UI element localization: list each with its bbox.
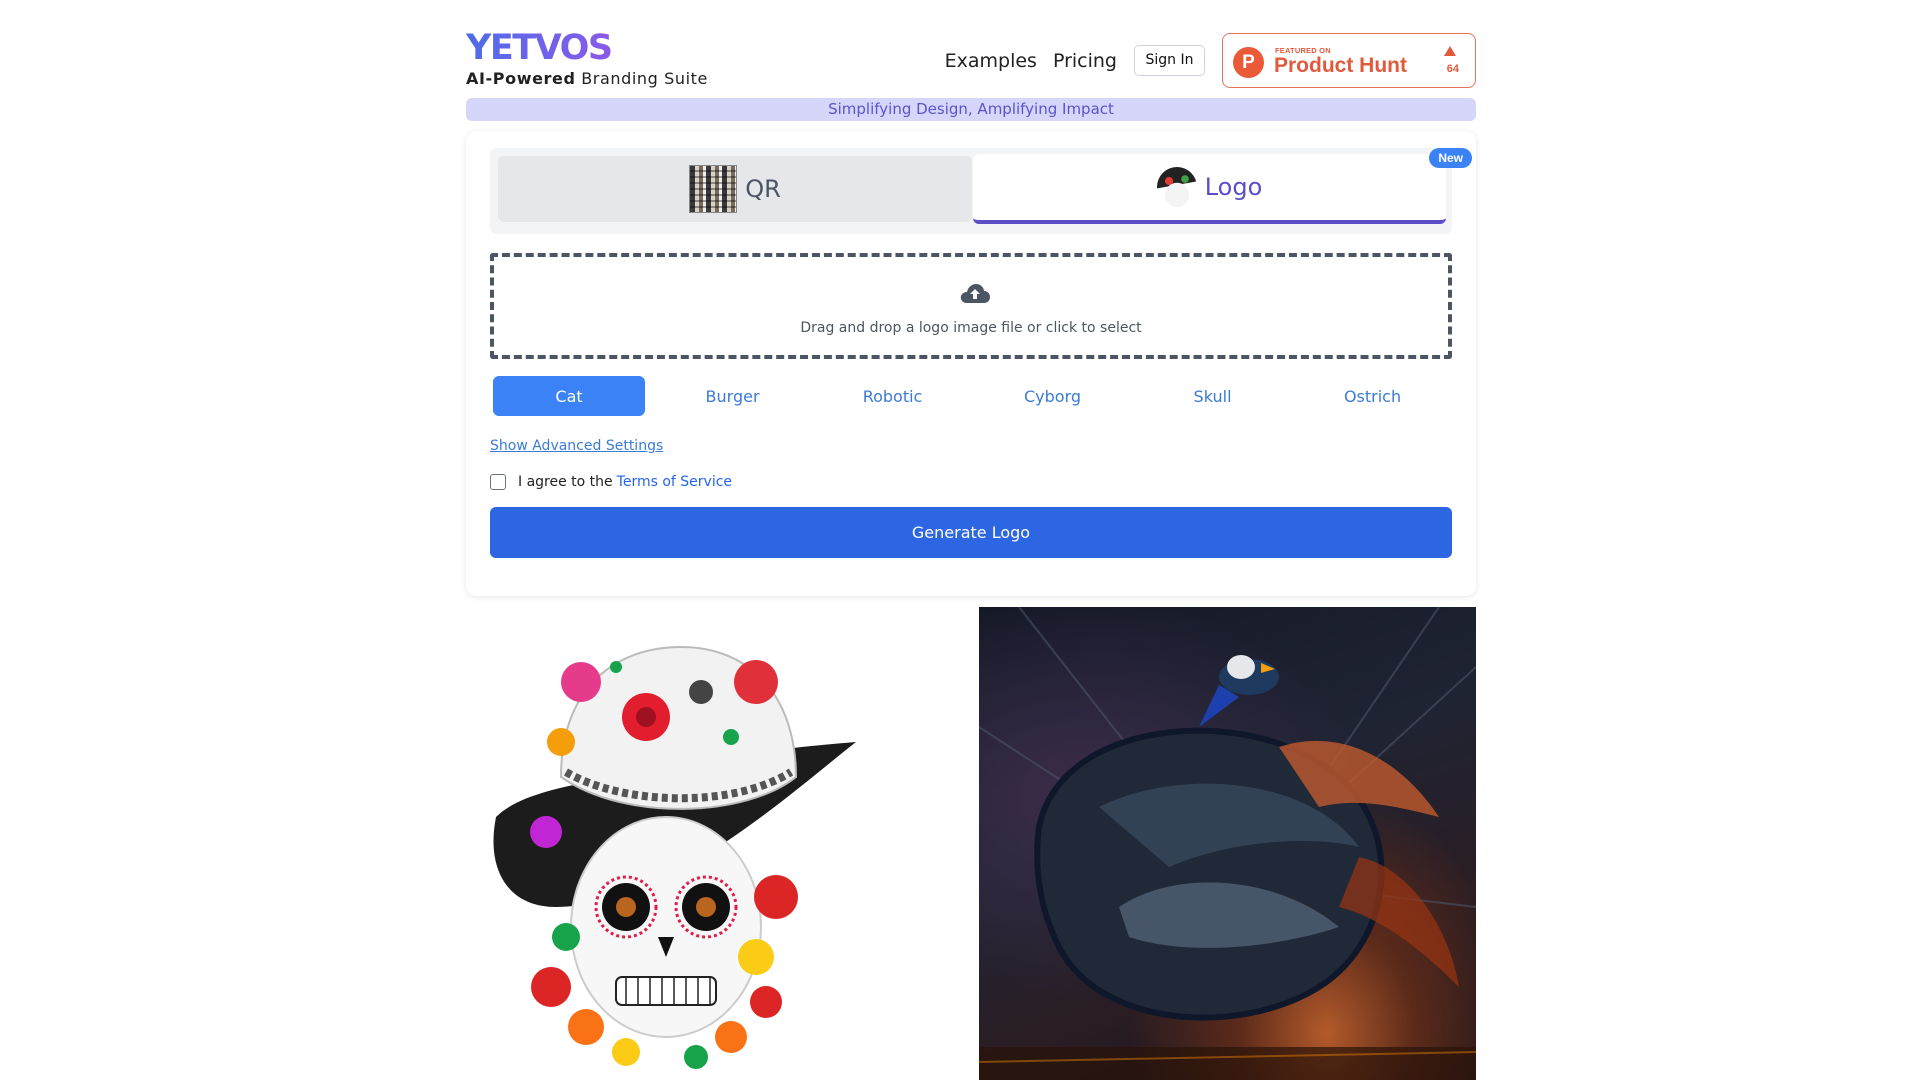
example-gallery — [466, 607, 1476, 1080]
preset-cyborg-button[interactable]: Cyborg — [973, 376, 1132, 416]
cloud-upload-icon — [960, 284, 990, 303]
product-hunt-badge[interactable]: P FEATURED ON Product Hunt 64 — [1222, 33, 1476, 88]
preset-cat-button[interactable]: Cat — [493, 376, 646, 416]
qr-code-thumbnail — [689, 165, 738, 213]
logo-skull-thumbnail — [1156, 167, 1197, 207]
product-hunt-name: Product Hunt — [1274, 54, 1407, 77]
generator-card: QR Logo New Drag and drop a logo image f… — [466, 131, 1476, 596]
nav-pricing-link[interactable]: Pricing — [1053, 50, 1117, 72]
example-image-bird — [979, 607, 1476, 1080]
product-hunt-icon: P — [1233, 47, 1264, 78]
show-advanced-settings-link[interactable]: Show Advanced Settings — [490, 438, 663, 454]
tab-qr[interactable]: QR — [498, 156, 972, 222]
product-hunt-upvote-count: 64 — [1446, 63, 1459, 75]
slogan-banner: Simplifying Design, Amplifying Impact — [466, 98, 1476, 121]
preset-burger-button[interactable]: Burger — [653, 376, 812, 416]
terms-agreement: I agree to the Terms of Service — [490, 474, 732, 490]
brand-logo[interactable]: YETVOS — [466, 28, 708, 68]
nav-examples-link[interactable]: Examples — [945, 50, 1037, 72]
upvote-arrow-icon — [1444, 46, 1456, 56]
brand-tagline: AI-Powered Branding Suite — [466, 69, 708, 88]
new-badge: New — [1429, 148, 1472, 168]
top-nav: Examples Pricing Sign In P FEATURED ON P… — [945, 33, 1476, 88]
mechanical-bird-illustration — [979, 607, 1476, 1080]
tagline-bold: AI-Powered — [466, 69, 576, 88]
sugar-skull-illustration — [493, 645, 856, 1069]
tab-logo[interactable]: Logo New — [973, 148, 1472, 224]
sign-in-button[interactable]: Sign In — [1134, 44, 1205, 76]
preset-skull-button[interactable]: Skull — [1133, 376, 1292, 416]
preset-robotic-button[interactable]: Robotic — [813, 376, 972, 416]
terms-of-service-link[interactable]: Terms of Service — [617, 474, 732, 490]
header: YETVOS AI-Powered Branding Suite Example… — [466, 0, 1476, 98]
preset-ostrich-button[interactable]: Ostrich — [1293, 376, 1452, 416]
tab-logo-label: Logo — [1204, 173, 1263, 201]
terms-checkbox[interactable] — [490, 474, 506, 490]
preset-list: Cat Burger Robotic Cyborg Skull Ostrich — [493, 376, 1453, 416]
terms-prefix: I agree to the — [518, 474, 613, 490]
tagline-rest: Branding Suite — [575, 69, 708, 88]
page-container: YETVOS AI-Powered Branding Suite Example… — [466, 0, 1476, 596]
tab-qr-label: QR — [745, 175, 781, 203]
logo-dropzone[interactable]: Drag and drop a logo image file or click… — [490, 253, 1452, 359]
generate-logo-button[interactable]: Generate Logo — [490, 507, 1452, 558]
brand[interactable]: YETVOS AI-Powered Branding Suite — [466, 28, 708, 88]
example-image-skull — [466, 607, 956, 1080]
dropzone-text: Drag and drop a logo image file or click… — [800, 320, 1142, 336]
mode-tabs: QR Logo New — [490, 148, 1472, 234]
